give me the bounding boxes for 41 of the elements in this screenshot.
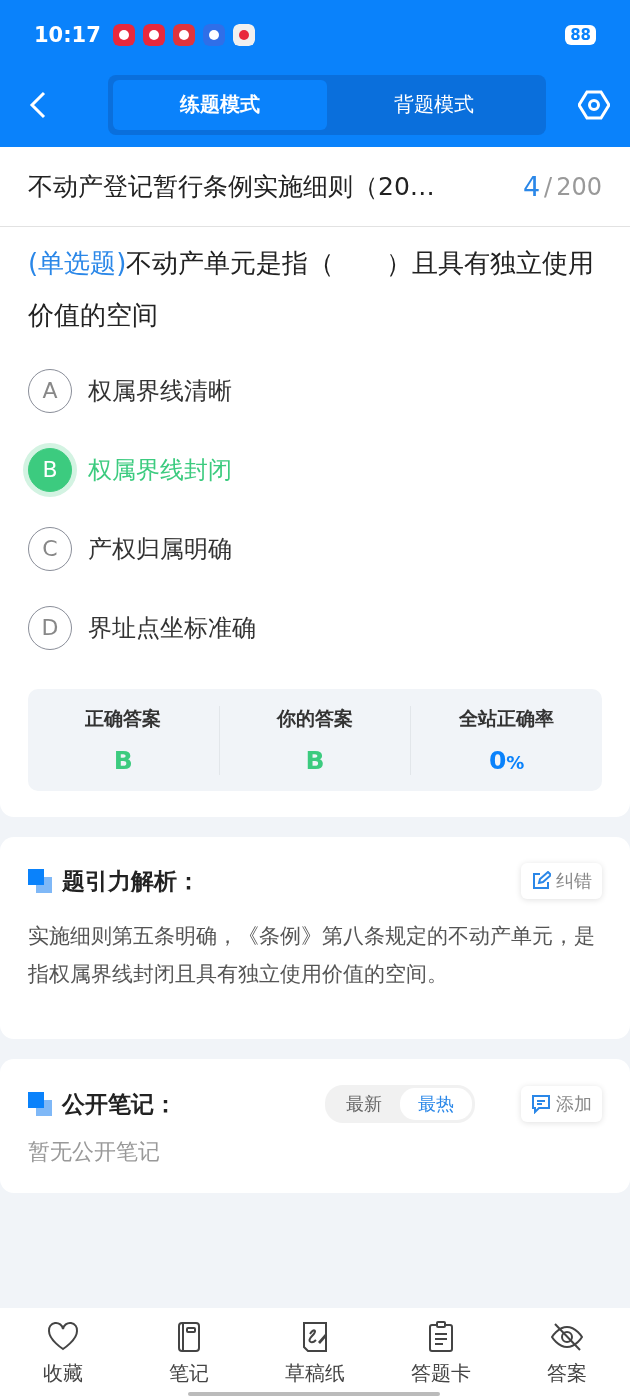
add-note-button[interactable]: 添加: [521, 1086, 602, 1122]
stat-label: 全站正确率: [459, 705, 555, 731]
status-time: 10:17: [34, 23, 101, 47]
stat-label: 正确答案: [85, 705, 162, 731]
comment-icon: [531, 1094, 551, 1114]
settings-icon[interactable]: [578, 88, 610, 121]
section-icon: [28, 1092, 52, 1116]
stat-value: B: [113, 745, 133, 775]
question-total: 200: [556, 172, 602, 201]
app-icon: [112, 24, 135, 46]
question-text: (单选题)不动产单元是指（ ）且具有独立使用价值的空间: [28, 247, 596, 332]
sort-tab[interactable]: 最热: [400, 1088, 472, 1120]
app-icon: [172, 24, 195, 46]
nav-item[interactable]: 草稿纸: [252, 1308, 378, 1400]
app-icon: [142, 24, 165, 46]
section-icon: [28, 869, 52, 893]
stat-value: 0%: [488, 745, 525, 775]
empty-notes-text: 暂无公开笔记: [28, 1138, 161, 1166]
section-title: 公开笔记：: [62, 1089, 177, 1119]
question-number: 4: [522, 171, 541, 202]
mode-tab[interactable]: 背题模式: [327, 79, 541, 130]
option-text[interactable]: 权属界线清晰: [88, 374, 232, 407]
report-error-button[interactable]: 纠错: [521, 863, 602, 899]
edit-icon: [531, 871, 551, 891]
stat-label: 你的答案: [277, 705, 353, 731]
chapter-title: 不动产登记暂行条例实施细则（20…: [28, 171, 436, 203]
battery-level: 88: [565, 25, 596, 45]
nav-item[interactable]: 收藏: [0, 1308, 126, 1400]
app-icon: [232, 24, 255, 46]
separator: /: [544, 172, 553, 201]
section-title: 题引力解析：: [62, 866, 200, 896]
stat-value: B: [305, 745, 325, 775]
mode-tab[interactable]: 练题模式: [113, 79, 327, 130]
option-text[interactable]: 界址点坐标准确: [88, 611, 256, 644]
analysis-text: 实施细则第五条明确，《条例》第八条规定的不动产单元，是指权属界线封闭且具有独立使用价值的空间。: [28, 923, 596, 988]
nav-item[interactable]: 笔记: [126, 1308, 252, 1400]
option-text[interactable]: 产权归属明确: [88, 532, 232, 565]
nav-item[interactable]: 答案: [504, 1308, 630, 1400]
sort-tab[interactable]: 最新: [328, 1088, 400, 1120]
nav-item[interactable]: 答题卡: [378, 1308, 504, 1400]
app-icon: [202, 24, 225, 46]
